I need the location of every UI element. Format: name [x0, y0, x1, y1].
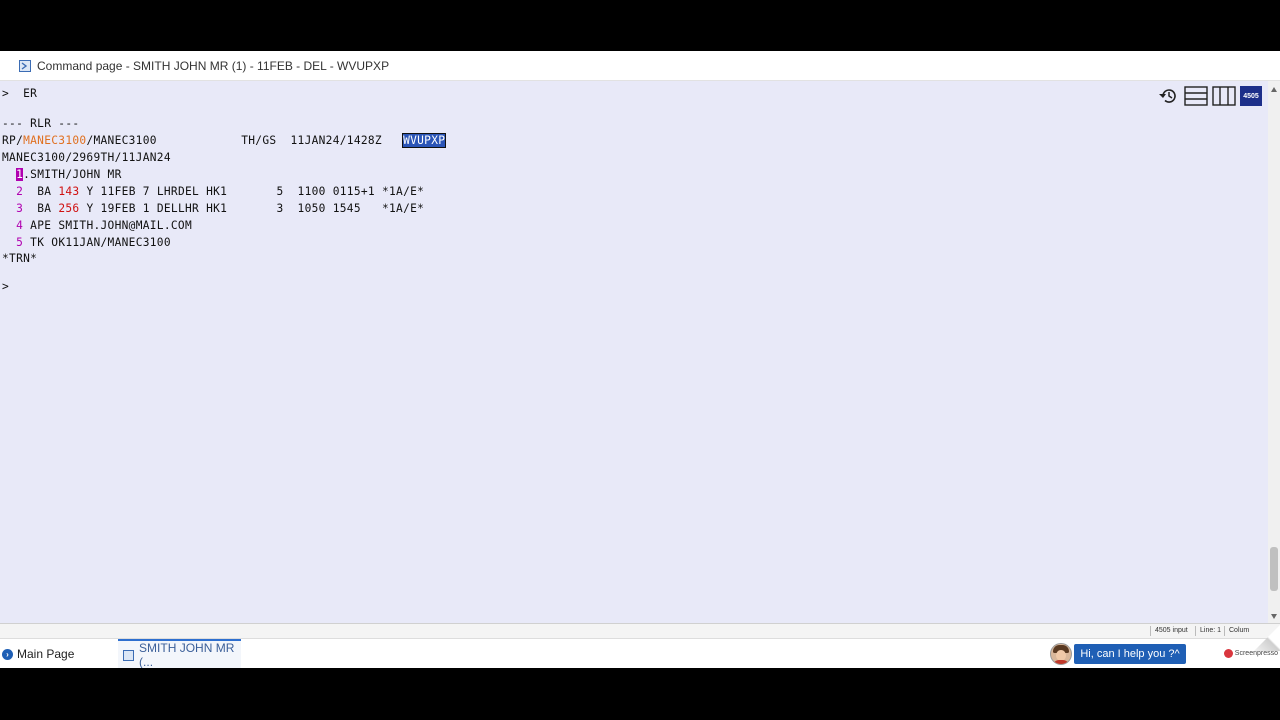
tab-label: Main Page [17, 647, 75, 661]
element-number[interactable]: 4 [16, 219, 23, 232]
status-input: 4505 input [1150, 626, 1188, 636]
rlr-header: --- RLR --- [2, 117, 80, 130]
watermark-text: Screenpresso [1234, 650, 1278, 657]
agent-sign: TH/GS [241, 134, 277, 147]
scroll-down-icon[interactable] [1271, 614, 1277, 619]
terminal-toolbar: 4505 [1156, 85, 1262, 107]
next-prompt[interactable]: > [2, 279, 9, 295]
tab-label: SMITH JOHN MR (... [139, 641, 235, 669]
segment-flight[interactable]: 256 [58, 202, 79, 215]
command-page-icon [19, 59, 31, 72]
screenpresso-watermark: Screenpresso [1223, 649, 1278, 658]
element-text: TK OK11JAN/MANEC3100 [30, 236, 171, 249]
scroll-up-icon[interactable] [1271, 87, 1277, 92]
tab-main-page[interactable]: › Main Page [0, 639, 116, 669]
terminal-id-badge[interactable]: 4505 [1240, 86, 1262, 106]
help-chat-button[interactable]: Hi, can I help you ? ^ [1074, 644, 1186, 664]
window-title: Command page - SMITH JOHN MR (1) - 11FEB… [37, 58, 390, 73]
passenger-name: .SMITH/JOHN MR [23, 168, 122, 181]
main-page-icon: › [2, 648, 13, 660]
vertical-split-icon[interactable] [1212, 85, 1236, 107]
prompt: > [2, 87, 10, 100]
help-label: Hi, can I help you ? [1080, 648, 1175, 660]
tab-bar: › Main Page SMITH JOHN MR (... Hi, can I… [0, 625, 1280, 669]
timestamp: 11JAN24/1428Z [290, 134, 382, 147]
rp-prefix: RP/ [2, 134, 24, 147]
element-line: 4 APE SMITH.JOHN@MAIL.COM [2, 218, 192, 234]
bottom-black-bar [0, 668, 1280, 720]
command-text: ER [23, 87, 38, 100]
segment-airline: BA [37, 202, 52, 215]
window-title-bar: Command page - SMITH JOHN MR (1) - 11FEB… [0, 51, 1280, 81]
history-icon[interactable] [1156, 85, 1180, 107]
top-black-bar [0, 0, 1280, 51]
status-column: Colum [1224, 626, 1249, 636]
help-widget: Hi, can I help you ? ^ Screenpresso [1050, 625, 1280, 669]
chevron-up-icon: ^ [1174, 648, 1180, 660]
rp-line: RP/MANEC3100/MANEC3100 TH/GS 11JAN24/142… [2, 133, 447, 149]
command-page-icon [123, 649, 135, 661]
segment-flight[interactable]: 143 [58, 185, 79, 198]
status-line: Line: 1 [1195, 626, 1221, 636]
element-line: 5 TK OK11JAN/MANEC3100 [2, 235, 171, 251]
assistant-avatar[interactable] [1050, 643, 1072, 665]
command-terminal[interactable]: > ER --- RLR --- RP/MANEC3100/MANEC3100 … [0, 81, 1280, 623]
record-locator[interactable]: WVUPXP [402, 133, 447, 148]
horizontal-split-icon[interactable] [1184, 85, 1208, 107]
trn-footer: *TRN* [2, 252, 38, 265]
segment-line: 2 BA 143 Y 11FEB 7 LHRDEL HK1 5 1100 011… [2, 184, 424, 200]
creation-line: MANEC3100/2969TH/11JAN24 [2, 151, 171, 164]
command-line: > ER [2, 86, 37, 102]
segment-times: 3 1050 1545 *1A/E* [276, 202, 425, 215]
element-text: APE SMITH.JOHN@MAIL.COM [30, 219, 192, 232]
tab-smith-john[interactable]: SMITH JOHN MR (... [118, 639, 241, 669]
status-bar: 4505 input Line: 1 Colum [0, 623, 1280, 638]
screenpresso-logo-icon [1223, 649, 1233, 658]
segment-number[interactable]: 3 [16, 202, 23, 215]
office-id-link[interactable]: MANEC3100 [23, 134, 86, 147]
segment-times: 5 1100 0115+1 *1A/E* [276, 185, 425, 198]
segment-airline: BA [37, 185, 52, 198]
segment-number[interactable]: 2 [16, 185, 23, 198]
segment-line: 3 BA 256 Y 19FEB 1 DELLHR HK1 3 1050 154… [2, 201, 424, 217]
segment-details: Y 11FEB 7 LHRDEL HK1 [86, 185, 228, 198]
vertical-scrollbar[interactable] [1268, 81, 1280, 623]
element-number[interactable]: 5 [16, 236, 23, 249]
office-id-rest: /MANEC3100 [86, 134, 157, 147]
segment-details: Y 19FEB 1 DELLHR HK1 [86, 202, 228, 215]
scroll-thumb[interactable] [1270, 547, 1278, 591]
passenger-line: 1.SMITH/JOHN MR [2, 167, 122, 183]
